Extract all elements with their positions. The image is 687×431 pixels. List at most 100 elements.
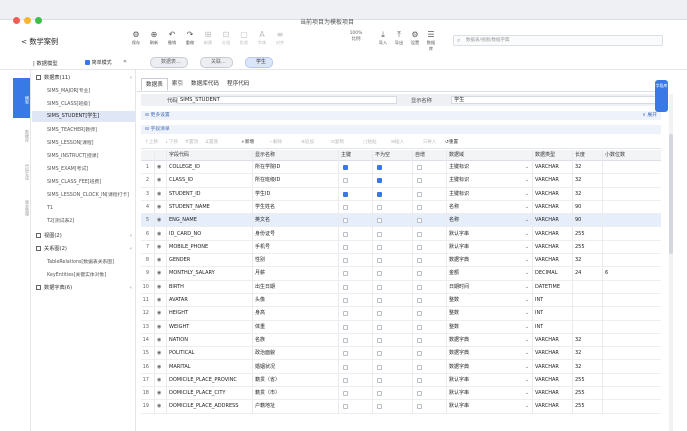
domain-select[interactable]: 主键标识 ⌄ [449, 175, 529, 186]
field-code-cell[interactable]: MOBILE_PHONE [169, 241, 253, 254]
field-list-header[interactable]: ⊟ 字段清单 [141, 125, 661, 134]
nn-checkbox[interactable] [377, 391, 382, 397]
domain-select[interactable]: 数据字典 ⌄ [449, 348, 529, 359]
field-toolbar-button-9[interactable]: ⊞插入 [391, 139, 404, 145]
data-type-cell[interactable]: VARCHAR [535, 201, 559, 214]
display-name-cell[interactable]: 身高 [255, 307, 339, 320]
data-type-cell[interactable]: DATETIME [535, 281, 560, 294]
eye-icon[interactable]: ◉ [157, 228, 161, 241]
display-name-cell[interactable]: 所在班级ID [255, 174, 339, 187]
field-library-panel-button[interactable]: 字段库 [655, 80, 668, 112]
domain-select[interactable]: 主键标识 ⌄ [449, 189, 529, 200]
length-cell[interactable]: 255 [575, 374, 585, 387]
tree-group[interactable]: 数据表(11) ‹ [32, 72, 136, 85]
field-code-cell[interactable]: DOMICILE_PLACE_ADDRESS [169, 400, 253, 413]
toolbar-button-1[interactable]: ⊕ 刷新 [148, 30, 160, 46]
nn-checkbox[interactable] [377, 244, 382, 250]
length-cell[interactable]: 32 [575, 188, 581, 201]
display-name-cell[interactable]: 学生姓名 [255, 201, 339, 214]
table-row[interactable]: 2 ◉ CLASS_ID 所在班级ID 主键标识 ⌄ VARCHAR 32 [141, 174, 661, 188]
column-header-3[interactable]: 显示名称 [255, 150, 339, 161]
toolbar-button-3[interactable]: ↷ 重做 [184, 30, 196, 46]
table-row[interactable]: 5 ◉ ENG_NAME 英文名 名称 ⌄ VARCHAR 90 [141, 214, 661, 228]
decimal-cell[interactable]: 6 [605, 267, 608, 280]
pk-checkbox[interactable] [343, 244, 348, 250]
length-cell[interactable]: 255 [575, 241, 585, 254]
table-row[interactable]: 13 ◉ WEIGHT 体重 整数 ⌄ INT [141, 321, 661, 334]
data-type-cell[interactable]: VARCHAR [535, 174, 559, 187]
table-row[interactable]: 11 ◉ AVATAR 头像 整数 ⌄ INT [141, 294, 661, 308]
data-type-cell[interactable]: VARCHAR [535, 374, 559, 387]
field-code-cell[interactable]: COLLEGE_ID [169, 161, 253, 174]
ai-checkbox[interactable] [417, 271, 422, 277]
pk-checkbox[interactable] [343, 298, 348, 303]
display-name-cell[interactable]: 手机号 [255, 241, 339, 254]
display-name-cell[interactable]: 头像 [255, 294, 339, 307]
tree-table-item[interactable]: SIMS_TEACHER[教师] [32, 124, 136, 137]
ai-checkbox[interactable] [417, 337, 422, 343]
data-type-cell[interactable]: VARCHAR [535, 387, 559, 400]
display-name-cell[interactable]: 籍贯（市） [255, 387, 339, 400]
table-row[interactable]: 8 ◉ GENDER 性别 数据字典 ⌄ VARCHAR 32 [141, 254, 661, 268]
nn-checkbox[interactable] [377, 271, 382, 277]
eye-icon[interactable]: ◉ [157, 387, 161, 400]
field-toolbar-button-6[interactable]: ⊕追加 [301, 139, 314, 145]
domain-select[interactable]: 日期时间 ⌄ [449, 282, 529, 293]
table-row[interactable]: 3 ◉ STUDENT_ID 学生ID 主键标识 ⌄ VARCHAR 32 [141, 188, 661, 201]
field-code-cell[interactable]: DOMICILE_PLACE_PROVINC [169, 374, 253, 387]
column-header-8[interactable]: 数据类型 [535, 150, 573, 161]
pk-checkbox[interactable] [343, 377, 348, 383]
tab-3[interactable]: 程序代码 [223, 78, 253, 91]
field-code-cell[interactable]: DOMICILE_PLACE_CITY [169, 387, 253, 400]
field-code-cell[interactable]: AVATAR [169, 294, 253, 307]
nn-checkbox[interactable] [377, 311, 382, 317]
pk-checkbox[interactable] [343, 311, 348, 317]
vertical-scrollbar[interactable] [669, 94, 673, 431]
sidebar-icon-0[interactable]: 模型 [13, 78, 30, 118]
tree-table-item[interactable]: SIMS_EXAM[考试] [32, 163, 136, 176]
data-type-cell[interactable]: INT [535, 294, 543, 307]
display-name-cell[interactable]: 户籍地址 [255, 400, 339, 413]
nn-checkbox[interactable] [377, 324, 382, 330]
close-window-button[interactable] [13, 17, 20, 24]
nn-checkbox[interactable] [377, 178, 382, 184]
domain-select[interactable]: 数据字典 ⌄ [449, 335, 529, 346]
data-type-cell[interactable]: VARCHAR [535, 188, 559, 201]
pk-checkbox[interactable] [343, 364, 348, 370]
display-name-cell[interactable]: 名族 [255, 334, 339, 347]
ai-checkbox[interactable] [417, 298, 422, 303]
pk-checkbox[interactable] [343, 324, 348, 330]
nn-checkbox[interactable] [377, 258, 382, 264]
domain-select[interactable]: 整数 ⌄ [449, 295, 529, 306]
nn-checkbox[interactable] [377, 204, 382, 210]
tab-1[interactable]: 索引 [168, 78, 187, 91]
field-code-cell[interactable]: HEIGHT [169, 307, 253, 320]
column-header-6[interactable]: 自增 [415, 150, 447, 161]
domain-select[interactable]: 主键标识 ⌄ [449, 162, 529, 173]
field-code-cell[interactable]: MARITAL [169, 361, 253, 374]
zoom-control[interactable]: 100% 比例 [336, 31, 376, 42]
pk-checkbox[interactable] [343, 404, 348, 410]
table-row[interactable]: 19 ◉ DOMICILE_PLACE_ADDRESS 户籍地址 默认字串 ⌄ VARCHA… [141, 400, 661, 414]
pk-checkbox[interactable] [343, 204, 348, 210]
domain-select[interactable]: 整数 ⌄ [449, 308, 529, 319]
eye-icon[interactable]: ◉ [157, 374, 161, 387]
nn-checkbox[interactable] [377, 284, 382, 290]
toolbar-button-2[interactable]: ↶ 撤销 [166, 30, 178, 46]
tree-table-item[interactable]: SIMS_INSTRUCT[授课] [32, 150, 136, 163]
nn-checkbox[interactable] [377, 298, 382, 303]
tree-group[interactable]: 视图(2) ‹ [32, 230, 136, 243]
display-name-cell[interactable]: 身份证号 [255, 228, 339, 241]
field-code-cell[interactable]: GENDER [169, 254, 253, 267]
data-type-cell[interactable]: VARCHAR [535, 334, 559, 347]
domain-select[interactable]: 默认字串 ⌄ [449, 375, 529, 386]
pk-checkbox[interactable] [343, 231, 348, 237]
domain-select[interactable]: 整数 ⌄ [449, 322, 529, 333]
minimize-window-button[interactable] [24, 17, 31, 24]
length-cell[interactable]: 255 [575, 400, 585, 413]
data-type-cell[interactable]: DECIMAL [535, 267, 558, 280]
scroll-thumb[interactable] [669, 134, 673, 254]
column-header-9[interactable]: 长度 [575, 150, 603, 161]
domain-select[interactable]: 数据字典 ⌄ [449, 255, 529, 266]
table-row[interactable]: 9 ◉ MONTHLY_SALARY 月薪 金额 ⌄ DECIMAL 24 6 [141, 267, 661, 281]
